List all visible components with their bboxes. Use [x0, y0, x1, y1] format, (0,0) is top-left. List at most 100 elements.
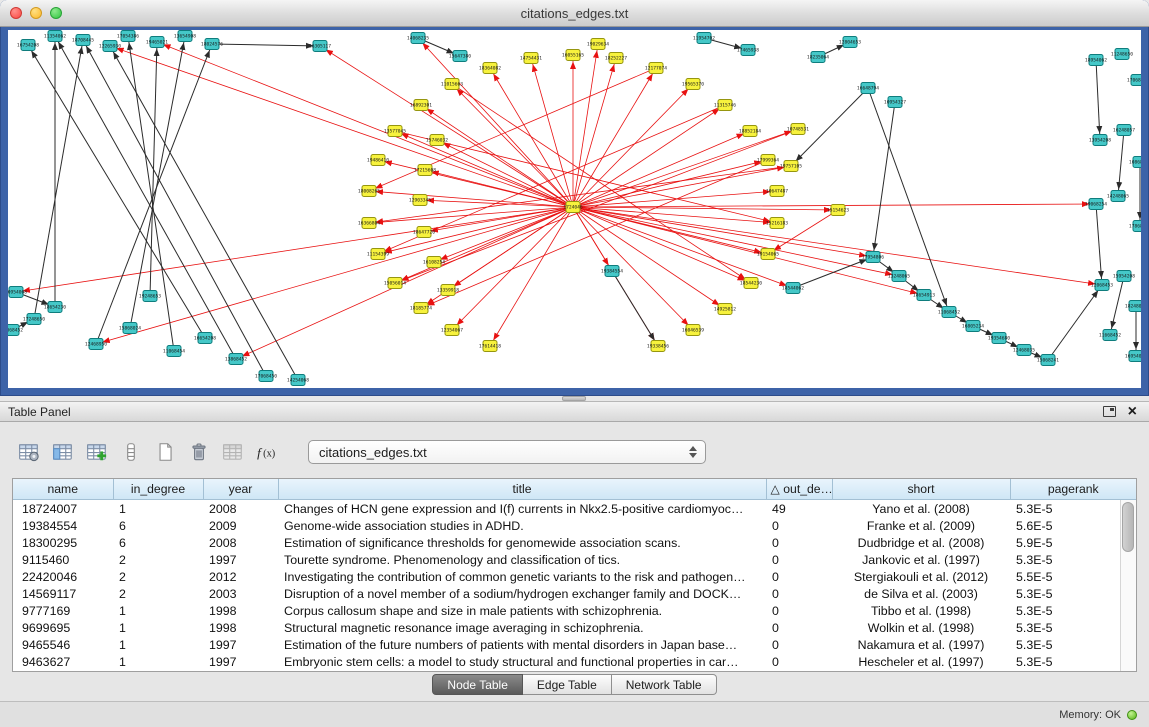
function-builder-icon[interactable]: f(x) [252, 438, 282, 466]
graph-edge[interactable] [573, 207, 693, 330]
graph-edge[interactable] [1048, 285, 1102, 360]
table-cell[interactable]: 6 [113, 517, 203, 534]
table-scrollbar-thumb[interactable] [1122, 502, 1134, 552]
table-cell[interactable]: 0 [766, 636, 832, 653]
table-cell[interactable]: 49 [766, 500, 832, 518]
table-row[interactable]: 946554611997Estimation of the future num… [13, 636, 1136, 653]
table-cell[interactable]: 5.3E-5 [1010, 585, 1136, 602]
graph-edge[interactable] [157, 42, 573, 207]
table-cell[interactable]: 22420046 [13, 568, 113, 585]
table-row[interactable]: 969969511998Structural magnetic resonanc… [13, 619, 1136, 636]
table-cell[interactable]: 18300295 [13, 534, 113, 551]
column-header-in-degree[interactable]: in_degree [113, 479, 203, 500]
table-cell[interactable]: Franke et al. (2009) [832, 517, 1010, 534]
add-column-icon[interactable] [82, 438, 112, 466]
table-cell[interactable]: 2 [113, 551, 203, 568]
table-cell[interactable]: 5.5E-5 [1010, 568, 1136, 585]
graph-edge[interactable] [612, 271, 658, 346]
table-cell[interactable]: Tibbo et al. (1998) [832, 602, 1010, 619]
graph-edge[interactable] [130, 36, 185, 328]
table-cell[interactable]: Estimation of the future numbers of pati… [278, 636, 766, 653]
table-cell[interactable]: Estimation of significance thresholds fo… [278, 534, 766, 551]
graph-edge[interactable] [573, 207, 838, 210]
table-row[interactable]: 1830029562008Estimation of significance … [13, 534, 1136, 551]
graph-edge[interactable] [573, 160, 768, 207]
table-cell[interactable]: 14569117 [13, 585, 113, 602]
graph-edge[interactable] [448, 207, 573, 290]
table-cell[interactable]: 0 [766, 517, 832, 534]
table-row[interactable]: 977716911998Corpus callosum shape and si… [13, 602, 1136, 619]
table-cell[interactable]: 2003 [203, 585, 278, 602]
row-mode-icon[interactable] [116, 438, 146, 466]
column-select-icon[interactable] [48, 438, 78, 466]
table-cell[interactable]: Yano et al. (2008) [832, 500, 1010, 518]
network-graph[interactable]: 1724046160551651825222712177074195653701… [8, 30, 1141, 388]
table-cell[interactable]: Hescheler et al. (1997) [832, 653, 1010, 670]
table-cell[interactable]: 9463627 [13, 653, 113, 670]
column-header-name[interactable]: name [13, 479, 113, 500]
table-cell[interactable]: 2008 [203, 500, 278, 518]
graph-edge[interactable] [369, 68, 656, 191]
table-cell[interactable]: Wolkin et al. (1998) [832, 619, 1010, 636]
graph-edge[interactable] [873, 102, 895, 257]
table-cell[interactable]: 1997 [203, 653, 278, 670]
table-scrollbar[interactable] [1120, 500, 1136, 671]
graph-edge[interactable] [55, 36, 236, 359]
graph-edge[interactable] [150, 42, 157, 296]
graph-edge[interactable] [378, 207, 573, 254]
table-cell[interactable]: 0 [766, 619, 832, 636]
table-cell[interactable]: 6 [113, 534, 203, 551]
graph-edge[interactable] [16, 207, 573, 292]
table-cell[interactable]: 1997 [203, 551, 278, 568]
graph-edge[interactable] [395, 207, 573, 283]
column-header-year[interactable]: year [203, 479, 278, 500]
table-row[interactable]: 1872400712008Changes of HCN gene express… [13, 500, 1136, 518]
graph-edge[interactable] [768, 210, 838, 254]
table-cell[interactable]: 0 [766, 534, 832, 551]
table-cell[interactable]: 19384554 [13, 517, 113, 534]
minimize-window-icon[interactable] [30, 7, 42, 19]
table-cell[interactable]: 0 [766, 568, 832, 585]
memory-status-icon[interactable] [1127, 710, 1137, 720]
table-cell[interactable]: 9699695 [13, 619, 113, 636]
column-header-short[interactable]: short [832, 479, 1010, 500]
table-row[interactable]: 1938455462009Genome-wide association stu… [13, 517, 1136, 534]
table-cell[interactable]: 5.3E-5 [1010, 653, 1136, 670]
graph-edge[interactable] [1118, 130, 1124, 196]
graph-edge[interactable] [1096, 204, 1102, 285]
table-cell[interactable]: 0 [766, 602, 832, 619]
table-cell[interactable]: 0 [766, 551, 832, 568]
graph-edge[interactable] [573, 207, 725, 309]
zoom-window-icon[interactable] [50, 7, 62, 19]
table-cell[interactable]: 9115460 [13, 551, 113, 568]
graph-edge[interactable] [573, 44, 598, 207]
graph-edge[interactable] [452, 84, 573, 207]
table-cell[interactable]: Nakamura et al. (1997) [832, 636, 1010, 653]
table-cell[interactable]: 1 [113, 653, 203, 670]
table-cell[interactable]: Changes of HCN gene expression and I(f) … [278, 500, 766, 518]
table-cell[interactable]: Tourette syndrome. Phenomenology and cla… [278, 551, 766, 568]
table-cell[interactable]: 1 [113, 636, 203, 653]
table-cell[interactable]: Genome-wide association studies in ADHD. [278, 517, 766, 534]
table-cell[interactable]: 1 [113, 602, 203, 619]
table-row[interactable]: 2242004622012Investigating the contribut… [13, 568, 1136, 585]
tab-edge-table[interactable]: Edge Table [523, 674, 612, 695]
graph-edge[interactable] [573, 207, 873, 257]
table-selector[interactable]: citations_edges.txt [308, 440, 706, 464]
table-cell[interactable]: de Silva et al. (2003) [832, 585, 1010, 602]
delete-table-icon[interactable] [184, 438, 214, 466]
table-cell[interactable]: Dudbridge et al. (2008) [832, 534, 1010, 551]
graph-edge[interactable] [573, 105, 725, 207]
table-row[interactable]: 1456911722003Disruption of a novel membe… [13, 585, 1136, 602]
table-cell[interactable]: 1997 [203, 636, 278, 653]
table-cell[interactable]: Corpus callosum shape and size in male p… [278, 602, 766, 619]
graph-edge[interactable] [452, 207, 573, 330]
table-cell[interactable]: 5.3E-5 [1010, 619, 1136, 636]
table-cell[interactable]: Disruption of a novel member of a sodium… [278, 585, 766, 602]
table-cell[interactable]: 1998 [203, 619, 278, 636]
table-cell[interactable]: 2009 [203, 517, 278, 534]
import-table-icon[interactable] [218, 438, 248, 466]
table-cell[interactable]: 1998 [203, 602, 278, 619]
graph-edge[interactable] [320, 46, 573, 207]
column-header-title[interactable]: title [278, 479, 766, 500]
